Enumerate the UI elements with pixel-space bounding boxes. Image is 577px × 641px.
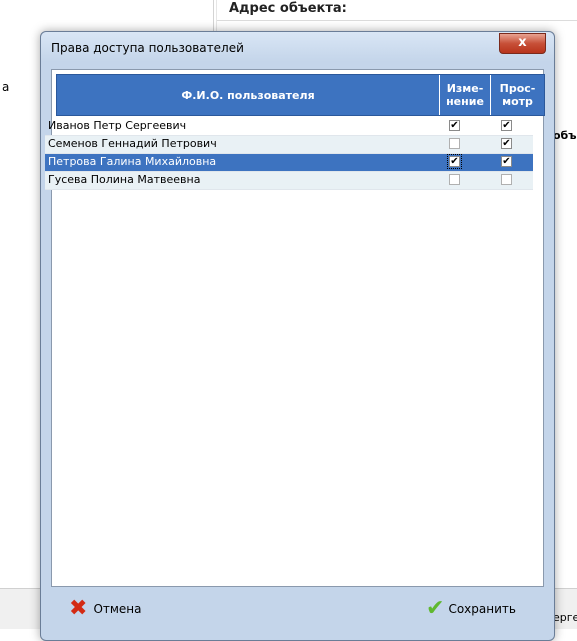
table-row[interactable]: Гусева Полина Матвеевна xyxy=(45,172,533,190)
background-right-label: объ xyxy=(553,129,577,142)
cancel-button[interactable]: ✖ Отмена xyxy=(69,593,142,625)
table-row[interactable]: Иванов Петр Сергеевич ✔ ✔ xyxy=(45,118,533,136)
column-header-edit-line2: нение xyxy=(446,95,484,108)
column-header-view[interactable]: Прос- мотр xyxy=(491,75,544,115)
user-name-cell: Гусева Полина Матвеевна xyxy=(48,173,201,186)
user-name-cell: Иванов Петр Сергеевич xyxy=(48,119,187,132)
column-header-name[interactable]: Ф.И.О. пользователя xyxy=(57,75,440,115)
edit-checkbox[interactable]: ✔ xyxy=(447,154,462,169)
save-button[interactable]: ✔ Сохранить xyxy=(426,593,516,625)
column-header-edit[interactable]: Изме- нение xyxy=(440,75,491,115)
column-header-view-line2: мотр xyxy=(502,95,533,108)
background-separator xyxy=(217,20,577,21)
dialog-title: Права доступа пользователей xyxy=(51,41,244,55)
view-checkbox[interactable] xyxy=(501,174,512,185)
column-header-view-line1: Прос- xyxy=(499,82,536,95)
user-name-cell: Семенов Геннадий Петрович xyxy=(48,137,217,150)
view-checkbox[interactable]: ✔ xyxy=(501,120,512,131)
column-header-edit-line1: Изме- xyxy=(446,82,484,95)
column-header-edit-label: Изме- нение xyxy=(446,82,484,108)
save-button-label: Сохранить xyxy=(448,602,516,616)
view-checkbox[interactable]: ✔ xyxy=(501,138,512,149)
edit-checkbox[interactable] xyxy=(449,174,460,185)
table-row[interactable]: Семенов Геннадий Петрович ✔ xyxy=(45,136,533,154)
background-address-header: Адрес объекта: xyxy=(229,1,347,16)
user-name-cell: Петрова Галина Михайловна xyxy=(48,155,217,168)
background-bottom-right-text: ерге xyxy=(553,611,577,624)
edit-checkbox[interactable] xyxy=(449,138,460,149)
checkmark-icon: ✔ xyxy=(426,596,445,621)
edit-checkbox[interactable]: ✔ xyxy=(449,120,460,131)
close-button[interactable]: x xyxy=(499,33,546,54)
user-grid: Иванов Петр Сергеевич ✔ ✔ Семенов Геннад… xyxy=(45,118,533,190)
column-header-name-label: Ф.И.О. пользователя xyxy=(181,88,315,102)
dialog-titlebar[interactable]: Права доступа пользователей x xyxy=(41,32,554,62)
x-icon: ✖ xyxy=(69,596,88,621)
access-rights-dialog: Права доступа пользователей x Ф.И.О. пол… xyxy=(40,31,555,641)
table-row-selected[interactable]: Петрова Галина Михайловна ✔ ✔ xyxy=(45,154,533,172)
close-icon: x xyxy=(518,35,527,50)
view-checkbox[interactable]: ✔ xyxy=(501,156,512,167)
background-left-label: а xyxy=(2,80,10,94)
grid-header: Ф.И.О. пользователя Изме- нение Прос- мо… xyxy=(56,74,545,116)
column-header-view-label: Прос- мотр xyxy=(500,82,536,108)
cancel-button-label: Отмена xyxy=(93,602,142,616)
